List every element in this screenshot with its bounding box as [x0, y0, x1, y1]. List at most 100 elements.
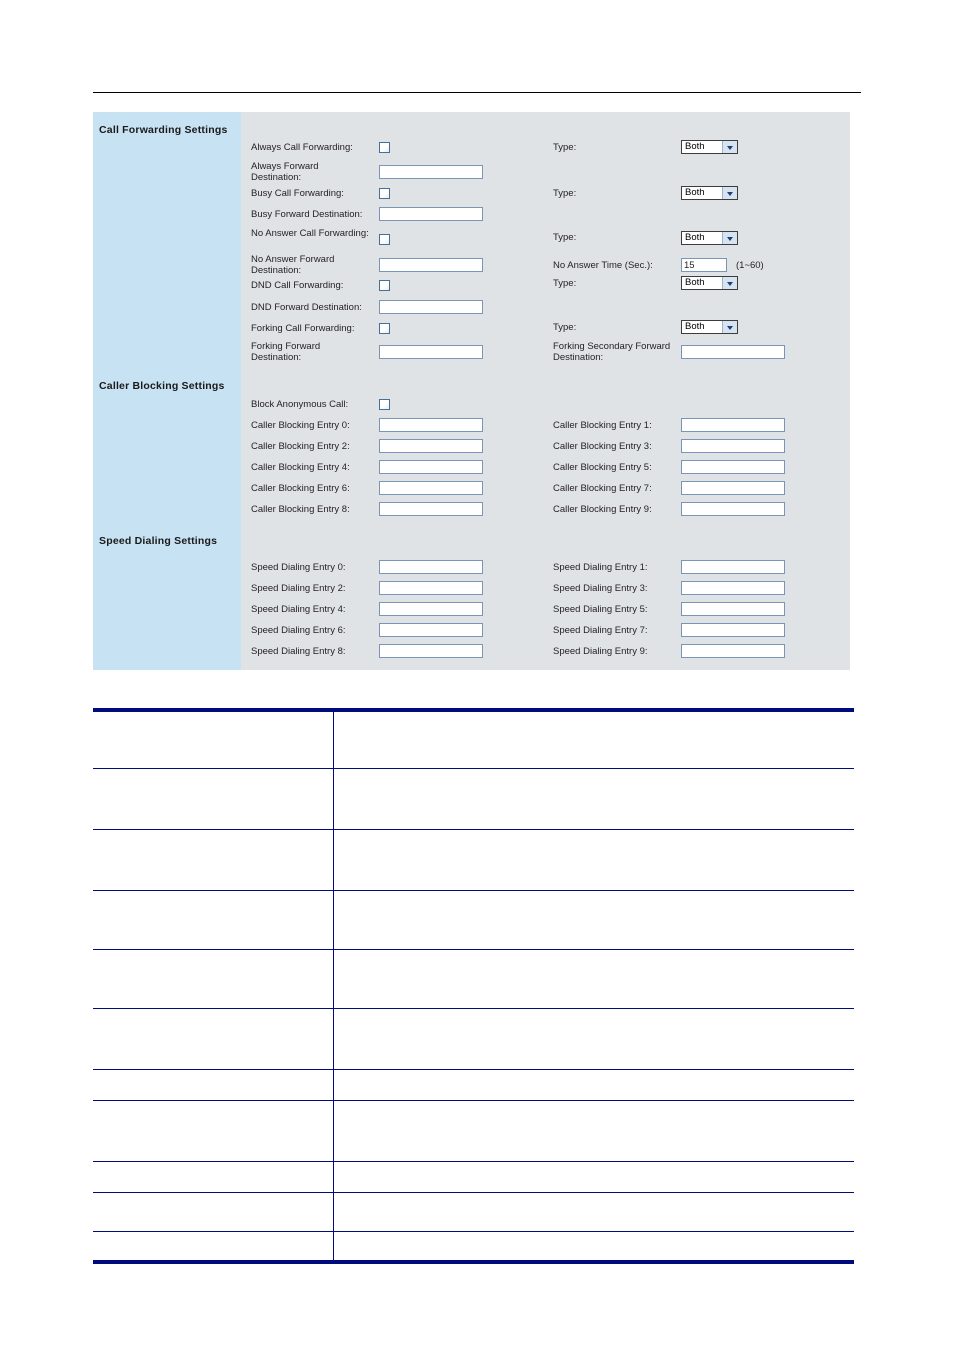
- speed-dialing-entry-2-input[interactable]: [379, 581, 483, 595]
- speed-dialing-entry-6-label: Speed Dialing Entry 6:: [251, 625, 346, 636]
- caller-blocking-entry-7-label: Caller Blocking Entry 7:: [553, 483, 652, 494]
- table-cell-value: [333, 1231, 854, 1264]
- caller-blocking-entry-6-input[interactable]: [379, 481, 483, 495]
- speed-dialing-entry-3-input[interactable]: [681, 581, 785, 595]
- chevron-down-icon: [722, 232, 737, 244]
- chevron-down-icon: [722, 277, 737, 289]
- caller-blocking-entry-9-label: Caller Blocking Entry 9:: [553, 504, 652, 515]
- table-cell-value: [333, 1192, 854, 1232]
- no-answer-time-input[interactable]: [681, 258, 727, 272]
- caller-blocking-entry-2-input[interactable]: [379, 439, 483, 453]
- chevron-down-icon: [722, 187, 737, 199]
- caller-blocking-entry-3-input[interactable]: [681, 439, 785, 453]
- caller-blocking-entry-7-input[interactable]: [681, 481, 785, 495]
- forking-forward-destination-input[interactable]: [379, 345, 483, 359]
- no-answer-type-select[interactable]: Both: [681, 231, 738, 245]
- speed-dialing-entry-8-input[interactable]: [379, 644, 483, 658]
- caller-blocking-entry-9-input[interactable]: [681, 502, 785, 516]
- dnd-call-forwarding-label: DND Call Forwarding:: [251, 280, 344, 291]
- table-row: [93, 1161, 854, 1193]
- table-cell-key: [93, 949, 334, 1009]
- chevron-down-icon: [722, 141, 737, 153]
- table-cell-value: [333, 708, 854, 769]
- no-answer-forward-destination-input[interactable]: [379, 258, 483, 272]
- always-type-value: Both: [685, 141, 705, 152]
- always-type-select[interactable]: Both: [681, 140, 738, 154]
- speed-dialing-entry-5-input[interactable]: [681, 602, 785, 616]
- table-cell-value: [333, 1100, 854, 1162]
- table-row: [93, 890, 854, 950]
- section-title-speed-dialing: Speed Dialing Settings: [99, 535, 218, 547]
- caller-blocking-entry-8-label: Caller Blocking Entry 8:: [251, 504, 350, 515]
- table-cell-key: [93, 1161, 334, 1193]
- speed-dialing-entry-5-label: Speed Dialing Entry 5:: [553, 604, 648, 615]
- forking-secondary-forward-destination-input[interactable]: [681, 345, 785, 359]
- forking-type-select[interactable]: Both: [681, 320, 738, 334]
- dnd-type-select[interactable]: Both: [681, 276, 738, 290]
- block-anonymous-call-label: Block Anonymous Call:: [251, 399, 349, 410]
- caller-blocking-entry-1-label: Caller Blocking Entry 1:: [553, 420, 652, 431]
- table-row: [93, 1231, 854, 1264]
- row-dnd-forward-destination: DND Forward Destination:: [241, 300, 850, 324]
- speed-dialing-entry-4-input[interactable]: [379, 602, 483, 616]
- page-header-rule: [93, 92, 861, 93]
- caller-blocking-entry-6-label: Caller Blocking Entry 6:: [251, 483, 350, 494]
- section-title-caller-blocking: Caller Blocking Settings: [99, 380, 225, 392]
- caller-blocking-entry-8-input[interactable]: [379, 502, 483, 516]
- table-cell-key: [93, 708, 334, 769]
- call-features-settings-panel: Call Forwarding Settings Caller Blocking…: [93, 112, 850, 670]
- table-cell-key: [93, 1100, 334, 1162]
- no-answer-forward-destination-label: No Answer Forward Destination:: [251, 254, 335, 276]
- busy-call-forwarding-checkbox[interactable]: [379, 188, 390, 199]
- row-always-forward-destination: Always Forward Destination:: [241, 161, 850, 188]
- forking-secondary-forward-destination-label: Forking Secondary Forward Destination:: [553, 341, 671, 363]
- caller-blocking-entry-4-label: Caller Blocking Entry 4:: [251, 462, 350, 473]
- chevron-down-icon: [722, 321, 737, 333]
- dnd-forward-destination-label: DND Forward Destination:: [251, 302, 362, 313]
- always-call-forwarding-checkbox[interactable]: [379, 142, 390, 153]
- dnd-call-forwarding-checkbox[interactable]: [379, 280, 390, 291]
- table-cell-value: [333, 890, 854, 950]
- table-cell-key: [93, 1069, 334, 1101]
- busy-call-forwarding-label: Busy Call Forwarding:: [251, 188, 344, 199]
- always-type-label: Type:: [553, 142, 577, 153]
- forking-call-forwarding-checkbox[interactable]: [379, 323, 390, 334]
- table-cell-key: [93, 1008, 334, 1070]
- speed-dialing-entry-7-input[interactable]: [681, 623, 785, 637]
- no-answer-type-value: Both: [685, 232, 705, 243]
- no-answer-time-range-hint: (1~60): [736, 260, 764, 271]
- settings-reference-table: [93, 708, 854, 1264]
- speed-dialing-entry-0-input[interactable]: [379, 560, 483, 574]
- forking-call-forwarding-label: Forking Call Forwarding:: [251, 323, 355, 334]
- speed-dialing-entry-1-input[interactable]: [681, 560, 785, 574]
- row-caller-blocking-8-9: Caller Blocking Entry 8: Caller Blocking…: [241, 502, 850, 526]
- speed-dialing-entry-6-input[interactable]: [379, 623, 483, 637]
- caller-blocking-entry-0-label: Caller Blocking Entry 0:: [251, 420, 350, 431]
- busy-forward-destination-label: Busy Forward Destination:: [251, 209, 363, 220]
- forking-type-value: Both: [685, 321, 705, 332]
- table-cell-key: [93, 1231, 334, 1264]
- caller-blocking-entry-1-input[interactable]: [681, 418, 785, 432]
- speed-dialing-entry-4-label: Speed Dialing Entry 4:: [251, 604, 346, 615]
- speed-dialing-entry-9-label: Speed Dialing Entry 9:: [553, 646, 648, 657]
- caller-blocking-entry-3-label: Caller Blocking Entry 3:: [553, 441, 652, 452]
- dnd-type-value: Both: [685, 277, 705, 288]
- dnd-forward-destination-input[interactable]: [379, 300, 483, 314]
- table-cell-value: [333, 1069, 854, 1101]
- settings-section-sidebar: Call Forwarding Settings Caller Blocking…: [93, 112, 241, 670]
- busy-type-select[interactable]: Both: [681, 186, 738, 200]
- table-cell-value: [333, 829, 854, 891]
- no-answer-call-forwarding-checkbox[interactable]: [379, 234, 390, 245]
- forking-forward-destination-label: Forking Forward Destination:: [251, 341, 321, 363]
- row-busy-call-forwarding: Busy Call Forwarding: Type: Both: [241, 186, 850, 210]
- caller-blocking-entry-4-input[interactable]: [379, 460, 483, 474]
- always-call-forwarding-label: Always Call Forwarding:: [251, 142, 353, 153]
- caller-blocking-entry-5-input[interactable]: [681, 460, 785, 474]
- caller-blocking-entry-0-input[interactable]: [379, 418, 483, 432]
- table-cell-key: [93, 829, 334, 891]
- table-row: [93, 708, 854, 769]
- always-forward-destination-input[interactable]: [379, 165, 483, 179]
- speed-dialing-entry-9-input[interactable]: [681, 644, 785, 658]
- block-anonymous-call-checkbox[interactable]: [379, 399, 390, 410]
- busy-forward-destination-input[interactable]: [379, 207, 483, 221]
